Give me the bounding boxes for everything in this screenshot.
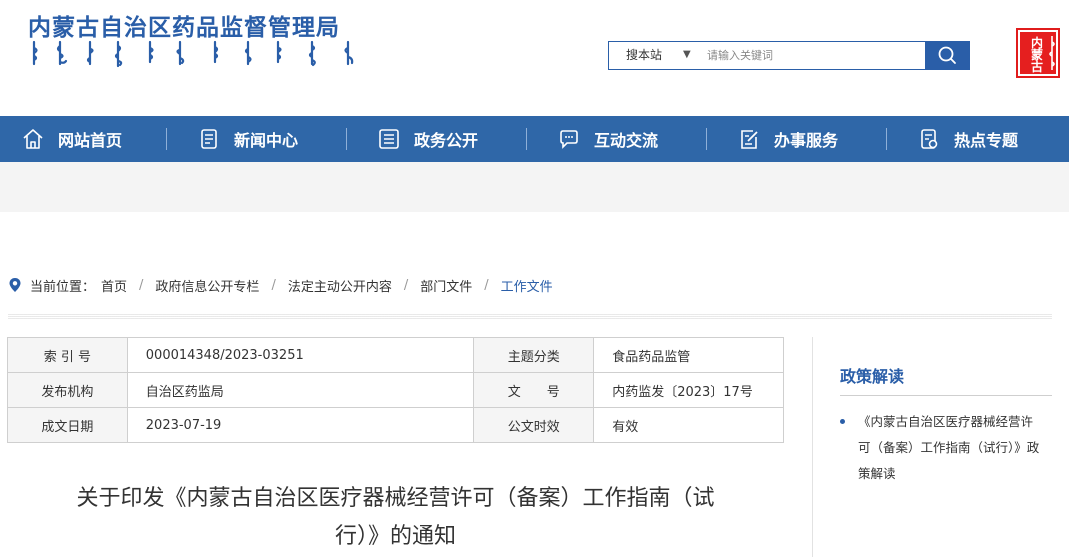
nav-interaction-label: 互动交流 [594, 131, 659, 150]
article-title-line-1: 关于印发《内蒙古自治区医疗器械经营许可（备案）工作指南（试 [76, 486, 715, 511]
search-input[interactable] [707, 45, 927, 66]
seal-char-3: 古 [1031, 60, 1044, 74]
nav-news[interactable]: 新闻中心 [196, 116, 298, 162]
nav-divider [886, 128, 887, 150]
meta-value: 2023-07-19 [126, 407, 475, 443]
document-icon [196, 126, 222, 152]
list-icon [376, 126, 402, 152]
nav-divider [706, 128, 707, 150]
breadcrumb-gov-info[interactable]: 政府信息公开专栏 [155, 276, 259, 295]
search-bar: 搜本站 ▼ [608, 41, 970, 70]
nav-topics-label: 热点专题 [954, 131, 1019, 150]
breadcrumb-separator: / [271, 277, 276, 293]
nav-services[interactable]: 办事服务 [736, 116, 838, 162]
meta-key: 成文日期 [7, 407, 128, 443]
meta-key: 文 号 [473, 372, 595, 408]
article-title-line-2: 行）》的通知 [334, 524, 456, 549]
caret-down-icon: ▼ [683, 49, 691, 60]
meta-value: 自治区药监局 [126, 372, 475, 408]
breadcrumb-dept-docs[interactable]: 部门文件 [420, 276, 472, 295]
meta-value: 有效 [593, 407, 784, 443]
breadcrumb-prefix: 当前位置： [30, 279, 96, 295]
bullet-icon [840, 419, 845, 424]
search-icon [938, 46, 956, 64]
article-title: 关于印发《内蒙古自治区医疗器械经营许可（备案）工作指南（试 行）》的通知 [7, 480, 784, 556]
nav-news-label: 新闻中心 [234, 131, 299, 150]
dotted-divider [8, 313, 1052, 319]
sidebar-link[interactable]: 《内蒙古自治区医疗器械经营许可（备案）工作指南（试行）》政策解读 [840, 409, 1040, 487]
document-meta-table: 索 引 号 000014348/2023-03251 主题分类 食品药品监管 发… [7, 337, 784, 443]
chat-icon [556, 126, 582, 152]
site-title[interactable]: 内蒙古自治区药品监督管理局 [28, 8, 340, 42]
nav-gov-affairs-label: 政务公开 [414, 131, 479, 150]
breadcrumb-current[interactable]: 工作文件 [501, 276, 553, 295]
sidebar-divider [840, 395, 1052, 396]
search-scope-label: 搜本站 [626, 48, 663, 62]
table-row: 发布机构 自治区药监局 文 号 内药监发〔2023〕17号 [7, 372, 784, 408]
nav-divider [346, 128, 347, 150]
breadcrumb: 当前位置： 首页 / 政府信息公开专栏 / 法定主动公开内容 / 部门文件 / … [8, 276, 553, 295]
nav-home[interactable]: 网站首页 [20, 116, 122, 162]
meta-value: 内药监发〔2023〕17号 [593, 372, 784, 408]
main-nav: 网站首页 新闻中心 政务公开 互动交流 办事服务 热点专题 [0, 116, 1069, 162]
seal-logo: 内 蒙 古 [1016, 28, 1060, 78]
sidebar-link-text: 《内蒙古自治区医疗器械经营许可（备案）工作指南（试行）》政策解读 [858, 414, 1040, 481]
mongolian-script-graphic [32, 40, 354, 68]
site-header: 内蒙古自治区药品监督管理局 搜本站 ▼ 请输入关键词 内 蒙 古 [0, 0, 1069, 116]
location-pin-icon [9, 278, 21, 292]
breadcrumb-separator: / [139, 277, 144, 293]
breadcrumb-home[interactable]: 首页 [101, 276, 127, 295]
table-row: 索 引 号 000014348/2023-03251 主题分类 食品药品监管 [7, 337, 784, 373]
nav-interaction[interactable]: 互动交流 [556, 116, 658, 162]
home-icon [20, 126, 46, 152]
meta-value: 000014348/2023-03251 [126, 337, 475, 373]
meta-key: 发布机构 [7, 372, 128, 408]
breadcrumb-public-content[interactable]: 法定主动公开内容 [288, 276, 392, 295]
table-row: 成文日期 2023-07-19 公文时效 有效 [7, 407, 784, 443]
nav-topics[interactable]: 热点专题 [916, 116, 1018, 162]
topic-icon [916, 126, 942, 152]
edit-icon [736, 126, 762, 152]
sidebar-title: 政策解读 [840, 367, 905, 386]
meta-key: 索 引 号 [7, 337, 128, 373]
mongolian-script-logo [30, 40, 360, 70]
nav-divider [526, 128, 527, 150]
nav-divider [166, 128, 167, 150]
search-button[interactable] [925, 41, 970, 70]
breadcrumb-separator: / [403, 277, 409, 293]
banner-band [0, 162, 1069, 212]
meta-key: 公文时效 [473, 407, 595, 443]
nav-gov-affairs[interactable]: 政务公开 [376, 116, 478, 162]
breadcrumb-separator: / [484, 277, 489, 293]
nav-home-label: 网站首页 [58, 131, 123, 150]
meta-value: 食品药品监管 [593, 337, 784, 373]
meta-key: 主题分类 [473, 337, 595, 373]
nav-services-label: 办事服务 [774, 131, 839, 150]
seal-mongolian-glyph [1049, 36, 1055, 70]
sidebar-policy-interpretation: 政策解读 《内蒙古自治区医疗器械经营许可（备案）工作指南（试行）》政策解读 [812, 337, 1053, 557]
